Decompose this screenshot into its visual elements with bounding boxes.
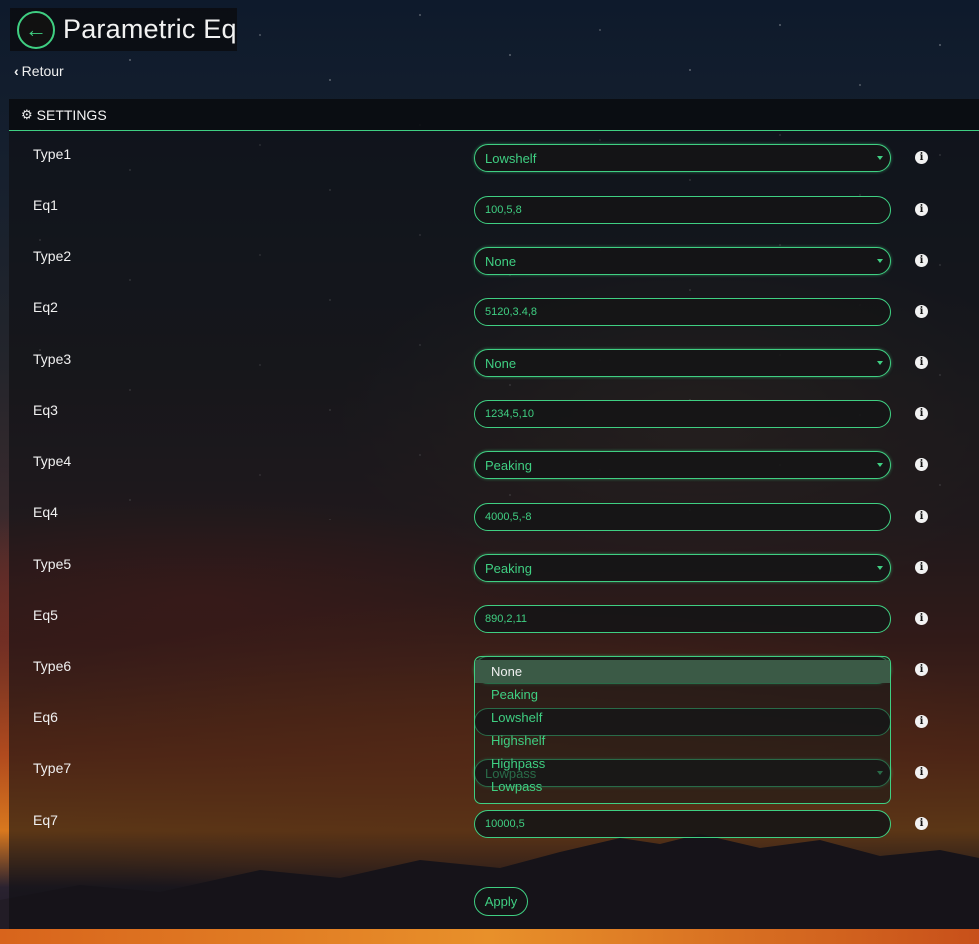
type4-label: Type4	[33, 453, 72, 469]
eq4-label: Eq4	[33, 504, 58, 520]
type4-value: Peaking	[485, 457, 532, 473]
apply-button[interactable]: Apply	[474, 887, 528, 916]
dropdown-option-peaking[interactable]: Peaking	[475, 683, 890, 706]
info-circle-icon[interactable]: i	[915, 203, 928, 216]
page-header: ← Parametric Eq	[10, 8, 237, 51]
eq7-value: 10000,5	[485, 818, 525, 830]
eq3-value: 1234,5,10	[485, 408, 534, 420]
eq5-value: 890,2,11	[485, 613, 528, 625]
eq1-input[interactable]: 100,5,8	[474, 196, 891, 224]
eq6-label: Eq6	[33, 709, 58, 725]
eq7-label: Eq7	[33, 812, 58, 828]
eq2-input[interactable]: 5120,3.4,8	[474, 298, 891, 326]
info-circle-icon[interactable]: i	[915, 561, 928, 574]
back-arrow-icon[interactable]: ←	[17, 10, 55, 49]
info-circle-icon[interactable]: i	[915, 305, 928, 318]
eq4-input[interactable]: 4000,5,-8	[474, 503, 891, 531]
info-circle-icon[interactable]: i	[915, 356, 928, 369]
type2-label: Type2	[33, 248, 72, 264]
type1-select[interactable]: Lowshelf	[474, 144, 891, 172]
type1-label: Type1	[33, 146, 72, 162]
eq5-input[interactable]: 890,2,11	[474, 605, 891, 633]
info-circle-icon[interactable]: i	[915, 151, 928, 164]
settings-title: SETTINGS	[36, 106, 107, 123]
type7-label: Type7	[33, 760, 72, 776]
eq4-value: 4000,5,-8	[485, 511, 532, 523]
info-circle-icon[interactable]: i	[915, 254, 928, 267]
eq5-label: Eq5	[33, 607, 58, 623]
type6-dropdown-list[interactable]: None Peaking Lowshelf Highshelf Highpass…	[474, 656, 891, 804]
caret-down-icon	[877, 156, 883, 160]
caret-down-icon	[877, 361, 883, 365]
info-circle-icon[interactable]: i	[915, 817, 928, 830]
info-circle-icon[interactable]: i	[915, 715, 928, 728]
info-circle-icon[interactable]: i	[915, 663, 928, 676]
page-title: Parametric Eq	[63, 14, 237, 44]
chevron-left-icon: ‹	[14, 63, 19, 79]
type5-label: Type5	[33, 556, 72, 572]
type3-select[interactable]: None	[474, 349, 891, 377]
type5-value: Peaking	[485, 560, 532, 576]
dropdown-option-highshelf[interactable]: Highshelf	[475, 729, 890, 752]
caret-down-icon	[877, 463, 883, 467]
type2-select[interactable]: None	[474, 247, 891, 275]
dropdown-option-lowshelf[interactable]: Lowshelf	[475, 706, 890, 729]
eq2-label: Eq2	[33, 299, 58, 315]
eq3-input[interactable]: 1234,5,10	[474, 400, 891, 428]
horizon-glow	[0, 929, 979, 944]
caret-down-icon	[877, 566, 883, 570]
settings-header: ⚙ SETTINGS	[9, 99, 979, 131]
type4-select[interactable]: Peaking	[474, 451, 891, 479]
info-circle-icon[interactable]: i	[915, 407, 928, 420]
eq2-value: 5120,3.4,8	[485, 306, 537, 318]
eq1-value: 100,5,8	[485, 204, 522, 216]
type5-select[interactable]: Peaking	[474, 554, 891, 582]
type6-label: Type6	[33, 658, 72, 674]
caret-down-icon	[877, 259, 883, 263]
dropdown-option-lowpass[interactable]: Lowpass	[475, 775, 890, 798]
info-circle-icon[interactable]: i	[915, 766, 928, 779]
eq7-input[interactable]: 10000,5	[474, 810, 891, 838]
info-circle-icon[interactable]: i	[915, 510, 928, 523]
info-circle-icon[interactable]: i	[915, 612, 928, 625]
type2-value: None	[485, 253, 517, 269]
back-link-label: Retour	[21, 63, 64, 79]
info-circle-icon[interactable]: i	[915, 458, 928, 471]
eq1-label: Eq1	[33, 197, 58, 213]
eq3-label: Eq3	[33, 402, 58, 418]
type1-value: Lowshelf	[485, 150, 537, 166]
gears-icon: ⚙	[21, 106, 33, 122]
dropdown-option-none[interactable]: None	[475, 660, 890, 683]
back-link[interactable]: ‹ Retour	[14, 63, 64, 79]
type3-value: None	[485, 355, 517, 371]
type3-label: Type3	[33, 351, 72, 367]
dropdown-option-highpass[interactable]: Highpass	[475, 752, 890, 775]
